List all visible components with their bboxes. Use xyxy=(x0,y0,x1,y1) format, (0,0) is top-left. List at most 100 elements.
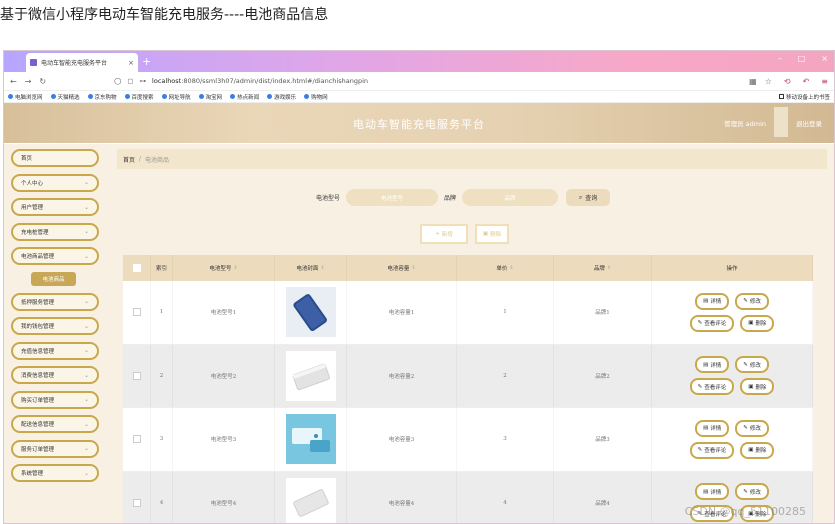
row-checkbox[interactable] xyxy=(132,435,141,444)
sidebar: 首页个人中心 ⌄ 用户管理 ⌄ 充电桩管理 ⌄ 电池商品管理 ⌄ 电池商品抵押服务管理 ⌄ 我的钱包… xyxy=(11,149,99,489)
bookmark-item[interactable]: 热点新闻 xyxy=(230,93,259,101)
plus-icon: + xyxy=(435,231,440,237)
add-button[interactable]: + 新增 xyxy=(420,224,468,244)
reload-icon[interactable]: ↻ xyxy=(39,77,46,86)
cell-model: 电池型号1 xyxy=(173,281,275,344)
header-capacity[interactable]: 电池容量 ⇕ xyxy=(347,255,457,281)
view-comments-button[interactable]: ✎ 查看评论 xyxy=(689,441,735,459)
cell-price: 1 xyxy=(457,281,554,344)
sidebar-item[interactable]: 购买订单管理 ⌄ xyxy=(11,390,99,409)
undo-icon[interactable]: ↶ xyxy=(803,77,810,86)
edit-button[interactable]: ✎ 修改 xyxy=(735,356,769,374)
header-user-area: 管理员 admin 退出登录 xyxy=(724,118,822,128)
sidebar-item[interactable]: 抵押服务管理 ⌄ xyxy=(11,292,99,311)
logout-link[interactable]: 退出登录 xyxy=(796,118,822,128)
delete-button[interactable]: ▣ 删除 xyxy=(740,441,775,459)
sidebar-item-label: 购买订单管理 xyxy=(21,397,55,404)
battery-cover-image xyxy=(285,350,336,401)
globe-icon xyxy=(267,94,273,99)
row-checkbox[interactable] xyxy=(132,498,141,507)
minimize-button[interactable]: – xyxy=(778,54,782,63)
bulk-delete-label: 删除 xyxy=(490,232,502,238)
detail-button[interactable]: ▤ 详情 xyxy=(695,356,730,374)
cell-brand: 品牌4 xyxy=(554,471,652,523)
detail-button[interactable]: ▤ 详情 xyxy=(695,483,730,501)
breadcrumb: 首页 / 电池商品 xyxy=(117,149,827,169)
browser-tab[interactable]: 电动车智能充电服务平台 × xyxy=(26,53,138,72)
bookmark-item[interactable]: 百度搜索 xyxy=(124,93,154,101)
bookmark-item[interactable]: 天猫精选 xyxy=(50,93,80,101)
search-icon: ⌕ xyxy=(578,193,583,201)
battery-cover-image xyxy=(285,414,336,465)
edit-button[interactable]: ✎ 修改 xyxy=(735,483,769,501)
select-all-checkbox[interactable] xyxy=(132,264,141,272)
sidebar-item[interactable]: 首页 xyxy=(11,149,99,167)
row-checkbox[interactable] xyxy=(132,371,141,380)
bulk-delete-button[interactable]: ▣ 删除 xyxy=(475,224,509,244)
cell-capacity: 电池容量3 xyxy=(347,408,457,471)
bookmark-item[interactable]: 京东购物 xyxy=(87,93,117,101)
sidebar-item[interactable]: 个人中心 ⌄ xyxy=(11,173,99,192)
query-button[interactable]: ⌕ 查询 xyxy=(566,189,611,206)
sidebar-item[interactable]: 充值信息管理 ⌄ xyxy=(11,341,99,360)
breadcrumb-home[interactable]: 首页 xyxy=(123,155,135,164)
bookmark-item[interactable]: 购物网 xyxy=(304,93,328,101)
chevron-down-icon: ⌄ xyxy=(83,322,89,330)
sidebar-item[interactable]: 我的钱包管理 ⌄ xyxy=(11,317,99,335)
bookmark-item[interactable]: 网址导航 xyxy=(161,93,191,101)
sidebar-item[interactable]: 服务订单管理 ⌄ xyxy=(11,439,99,458)
detail-button[interactable]: ▤ 详情 xyxy=(695,419,730,437)
qr-code-icon[interactable]: ▦ xyxy=(749,77,757,86)
header-price[interactable]: 单价 ⇕ xyxy=(457,255,554,281)
header-brand[interactable]: 品牌 ⇕ xyxy=(554,255,652,281)
globe-icon xyxy=(161,94,167,99)
sidebar-item[interactable]: 电池商品管理 ⌄ xyxy=(11,247,99,265)
tab-close-icon[interactable]: × xyxy=(128,59,134,67)
cell-capacity: 电池容量2 xyxy=(347,344,457,407)
view-comments-button[interactable]: ✎ 查看评论 xyxy=(689,314,735,332)
back-icon[interactable]: ← xyxy=(10,77,17,86)
tab-title: 电动车智能充电服务平台 xyxy=(41,60,108,67)
detail-button[interactable]: ▤ 详情 xyxy=(695,292,730,310)
document-icon: ▤ xyxy=(703,361,709,368)
close-window-button[interactable]: × xyxy=(821,54,828,63)
cell-ops: ▤ 详情 ✎ 修改 ✎ 查看评论 ▣ 删除 xyxy=(652,408,813,471)
pencil-icon: ✎ xyxy=(743,425,748,432)
bookmark-item[interactable]: 电脑浏览网 xyxy=(8,93,43,101)
view-comments-button[interactable]: ✎ 查看评论 xyxy=(689,378,735,396)
bookmark-item[interactable]: 淘宝网 xyxy=(198,93,222,101)
sidebar-item[interactable]: 消费信息管理 ⌄ xyxy=(11,366,99,384)
edit-button[interactable]: ✎ 修改 xyxy=(735,419,769,437)
row-checkbox[interactable] xyxy=(132,308,141,317)
globe-icon xyxy=(50,94,56,99)
extension-icon[interactable]: ⟲ xyxy=(784,77,791,86)
delete-button[interactable]: ▣ 删除 xyxy=(740,314,775,332)
delete-button[interactable]: ▣ 删除 xyxy=(740,378,775,396)
menu-icon[interactable]: ≡ xyxy=(821,77,828,86)
globe-icon xyxy=(198,94,204,99)
header-cover[interactable]: 电池封面 ⇕ xyxy=(275,255,347,281)
edit-button[interactable]: ✎ 修改 xyxy=(735,292,769,310)
brand-search-input[interactable]: 品牌 xyxy=(462,189,559,206)
sidebar-item[interactable]: 充电桩管理 ⌄ xyxy=(11,222,99,241)
shield-icon: ◯ xyxy=(114,77,122,85)
cell-ops: ▤ 详情 ✎ 修改 ✎ 查看评论 ▣ 删除 xyxy=(652,344,813,407)
battery-cover-image xyxy=(285,477,336,523)
forward-icon[interactable]: → xyxy=(25,77,32,86)
mobile-bookmarks[interactable]: 移动设备上的书签 xyxy=(778,93,830,101)
sidebar-item[interactable]: 系统管理 ⌄ xyxy=(11,464,99,482)
chevron-down-icon: ⌄ xyxy=(83,347,89,354)
sidebar-item-label: 我的钱包管理 xyxy=(21,324,55,330)
new-tab-button[interactable]: + xyxy=(142,55,151,68)
maximize-button[interactable]: □ xyxy=(798,54,806,63)
sidebar-item[interactable]: 用户管理 ⌄ xyxy=(11,198,99,216)
sidebar-subitem-active[interactable]: 电池商品 xyxy=(31,271,76,286)
address-bar[interactable]: ◯ ▢ ⊶ localhost:8080/ssml3h07/admin/dist… xyxy=(54,77,741,85)
header-model[interactable]: 电池型号 ⇕ xyxy=(173,255,275,281)
sidebar-item[interactable]: 配送信息管理 ⌄ xyxy=(11,415,99,433)
star-icon[interactable]: ☆ xyxy=(765,77,772,86)
bookmark-item[interactable]: 游戏娱乐 xyxy=(267,93,296,101)
watermark: CSDN @qq_51100285 xyxy=(684,505,806,518)
sidebar-item-label: 消费信息管理 xyxy=(21,373,55,379)
model-search-input[interactable]: 电池型号 xyxy=(346,189,439,206)
